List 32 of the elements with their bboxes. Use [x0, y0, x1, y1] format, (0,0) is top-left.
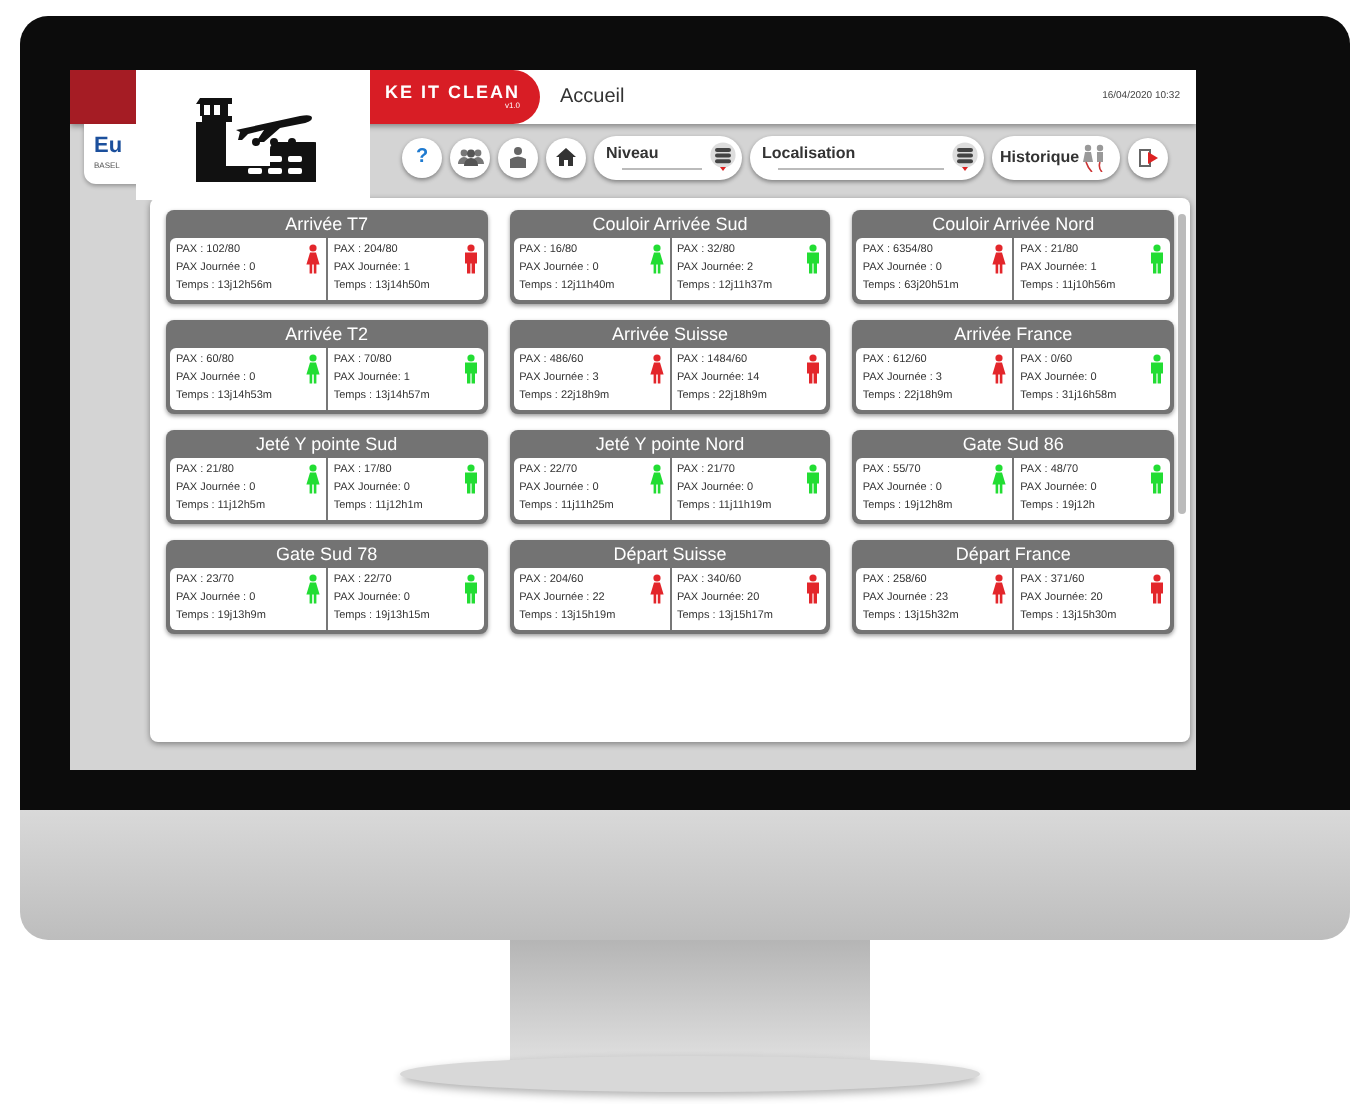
history-button[interactable]: Historique	[992, 135, 1120, 179]
home-button[interactable]	[546, 137, 586, 177]
filter-dropdown[interactable]: Niveau	[594, 135, 742, 179]
stack-icon	[952, 142, 978, 172]
stack-icon	[710, 142, 736, 172]
zone-title: Arrivée France	[952, 322, 1075, 348]
zone-title: Arrivée T2	[283, 322, 370, 348]
page-title: Accueil	[560, 84, 625, 112]
people-icon	[1081, 143, 1106, 171]
zone-title: Départ Suisse	[611, 542, 729, 568]
dropdown-label: Localisation	[762, 145, 858, 161]
zone-title: Gate Sud 78	[274, 542, 380, 568]
help-button[interactable]: ?	[402, 137, 442, 177]
user-button[interactable]	[498, 137, 538, 177]
dropdown-label: Niveau	[606, 145, 661, 161]
home-icon	[556, 148, 576, 166]
exit-button[interactable]	[1128, 137, 1168, 177]
exit-icon	[1138, 147, 1158, 167]
zone-title: Arrivée Suisse	[609, 322, 730, 348]
zone-title: Départ France	[953, 542, 1073, 568]
groups-button[interactable]	[450, 137, 490, 177]
people-icon	[457, 148, 483, 166]
brand-text: KE IT CLEAN	[384, 84, 520, 102]
person-icon	[508, 146, 528, 168]
filter-dropdown[interactable]: Localisation	[750, 135, 984, 179]
zone-title: Jeté Y pointe Nord	[593, 432, 747, 458]
zone-title: Couloir Arrivée Sud	[590, 212, 750, 238]
zone-title: Gate Sud 86	[960, 432, 1066, 458]
zone-title: Jeté Y pointe Sud	[253, 432, 400, 458]
zone-title: Arrivée T7	[283, 212, 370, 238]
org-text: Eu	[94, 136, 125, 158]
zone-title: Couloir Arrivée Nord	[930, 212, 1097, 238]
